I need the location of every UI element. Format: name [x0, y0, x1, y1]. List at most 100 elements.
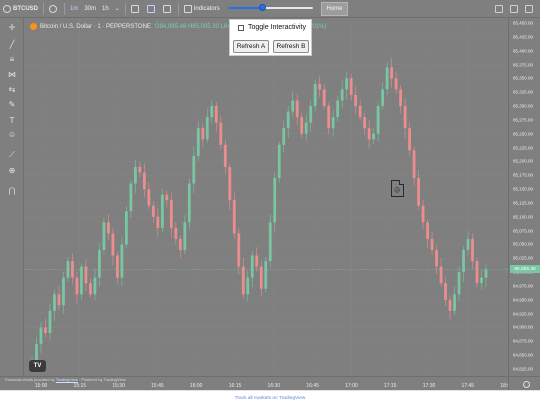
pattern-icon[interactable]: ⋈: [6, 70, 18, 80]
candle-down: [322, 89, 326, 107]
candle-up: [304, 122, 308, 134]
price-chart[interactable]: [24, 18, 508, 376]
candle-up: [313, 83, 317, 107]
candles-style-button[interactable]: [144, 0, 160, 18]
price-tick-label: 85,175.00: [513, 172, 534, 178]
candle-down: [116, 255, 119, 278]
candle-up: [466, 238, 470, 250]
time-tick-label: 15:00: [34, 383, 48, 389]
zoom-in-icon[interactable]: ⊕: [6, 166, 18, 176]
footer-link[interactable]: Track all markets on TradingView: [235, 396, 306, 401]
fib-retracement-icon[interactable]: ≡: [6, 55, 18, 65]
interval-1m[interactable]: 1m: [67, 0, 81, 18]
trend-line-icon[interactable]: ╱: [6, 40, 18, 50]
price-tick-label: 85,150.00: [513, 186, 534, 192]
toggle-label[interactable]: Toggle Interactivity: [248, 24, 306, 31]
price-tick-label: 85,125.00: [513, 200, 534, 206]
area-style-button[interactable]: [160, 0, 176, 18]
ruler-icon[interactable]: ⟋: [6, 150, 18, 160]
candle-down: [223, 144, 227, 167]
price-tick-label: 85,275.00: [513, 117, 534, 123]
candle-down: [151, 205, 155, 217]
broken-image-icon: ☹: [391, 180, 404, 197]
price-axis[interactable]: 85,450.00 85,425.00 85,400.00 85,375.00 85,3…: [508, 18, 540, 376]
candle-up: [264, 261, 268, 289]
text-icon[interactable]: T: [6, 116, 18, 126]
settings-icon[interactable]: [495, 5, 503, 13]
chart-pane[interactable]: Bitcoin / U.S. Dollar · 1 · PEPPERSTONE …: [24, 18, 508, 376]
top-right-tools: [495, 0, 540, 18]
candle-down: [435, 249, 438, 267]
indicators-button[interactable]: Indicators: [181, 0, 223, 18]
interval-dropdown[interactable]: ⌄: [112, 0, 123, 18]
candle-down: [142, 172, 146, 190]
candle-down: [390, 67, 393, 79]
candle-up: [129, 183, 133, 212]
attribution-suffix: · Powered by TradingView: [77, 377, 126, 382]
time-tick-label: 15:15: [73, 383, 87, 389]
symbol-search[interactable]: BTCUSD: [0, 0, 41, 18]
attribution-prefix: Financial charts provided by: [5, 377, 56, 382]
candle-up: [192, 155, 196, 184]
candle-up: [331, 117, 335, 129]
home-button[interactable]: Home: [321, 2, 348, 16]
compare-button[interactable]: [46, 0, 62, 18]
chart-title: Bitcoin / U.S. Dollar · 1 · PEPPERSTONE: [40, 23, 151, 30]
toolbar-divider: [124, 2, 126, 15]
candle-up: [273, 178, 277, 223]
camera-icon[interactable]: [525, 5, 533, 13]
candle-up: [196, 128, 200, 156]
toggle-interactivity[interactable]: Toggle Interactivity: [238, 24, 306, 31]
candle-up: [336, 100, 340, 118]
chart-settings-icon[interactable]: [523, 381, 530, 388]
top-toolbar: BTCUSD 1m 30m 1h ⌄ Indicators Home: [0, 0, 540, 18]
fullscreen-icon[interactable]: [510, 5, 518, 13]
chevron-down-icon: ⌄: [114, 6, 120, 12]
price-tick-label: 85,100.00: [513, 214, 534, 220]
magnet-icon[interactable]: ⋂: [6, 186, 18, 196]
candle-up: [291, 100, 295, 112]
candle-down: [138, 166, 142, 173]
bar-style-button[interactable]: [128, 0, 144, 18]
candle-down: [448, 299, 452, 311]
attribution-link[interactable]: TradingView: [56, 377, 78, 382]
candle-up: [286, 111, 290, 129]
slider-thumb[interactable]: [258, 4, 266, 11]
axis-corner: [508, 376, 540, 390]
candle-up: [93, 277, 97, 295]
candle-down: [44, 327, 47, 334]
emoji-icon[interactable]: ☺: [6, 130, 18, 140]
candle-down: [327, 106, 331, 129]
candle-up: [457, 272, 461, 295]
toolbar-divider: [177, 2, 179, 15]
time-tick-label: 17:00: [345, 383, 358, 389]
brush-icon[interactable]: ✎: [6, 100, 18, 110]
candle-down: [394, 78, 398, 90]
candle-down: [228, 166, 232, 201]
candle-up: [120, 244, 124, 278]
interval-1h[interactable]: 1h: [99, 0, 112, 18]
candle-down: [165, 194, 169, 201]
slider-fill: [228, 7, 262, 9]
candle-up: [453, 294, 456, 311]
candle-down: [241, 266, 245, 295]
time-tick-label: 15:45: [151, 383, 164, 389]
candle-up: [53, 294, 56, 311]
candle-down: [57, 294, 61, 306]
footer: Track all markets on TradingView: [0, 390, 540, 405]
refresh-a-button[interactable]: Refresh A: [233, 40, 269, 53]
indicators-icon: [183, 4, 192, 13]
toggle-checkbox[interactable]: [238, 24, 244, 31]
projection-icon[interactable]: ⇆: [6, 85, 18, 95]
candle-down: [430, 238, 434, 250]
candle-down: [295, 100, 299, 118]
candle-down: [111, 233, 115, 256]
interval-30m[interactable]: 30m: [81, 0, 99, 18]
zoom-slider[interactable]: [228, 4, 313, 11]
refresh-b-button[interactable]: Refresh B: [273, 40, 309, 53]
toolbar-divider: [43, 2, 44, 15]
candle-up: [210, 106, 214, 118]
crosshair-icon[interactable]: ✛: [6, 23, 18, 33]
candle-up: [205, 117, 209, 140]
tradingview-logo[interactable]: TV: [29, 360, 46, 372]
